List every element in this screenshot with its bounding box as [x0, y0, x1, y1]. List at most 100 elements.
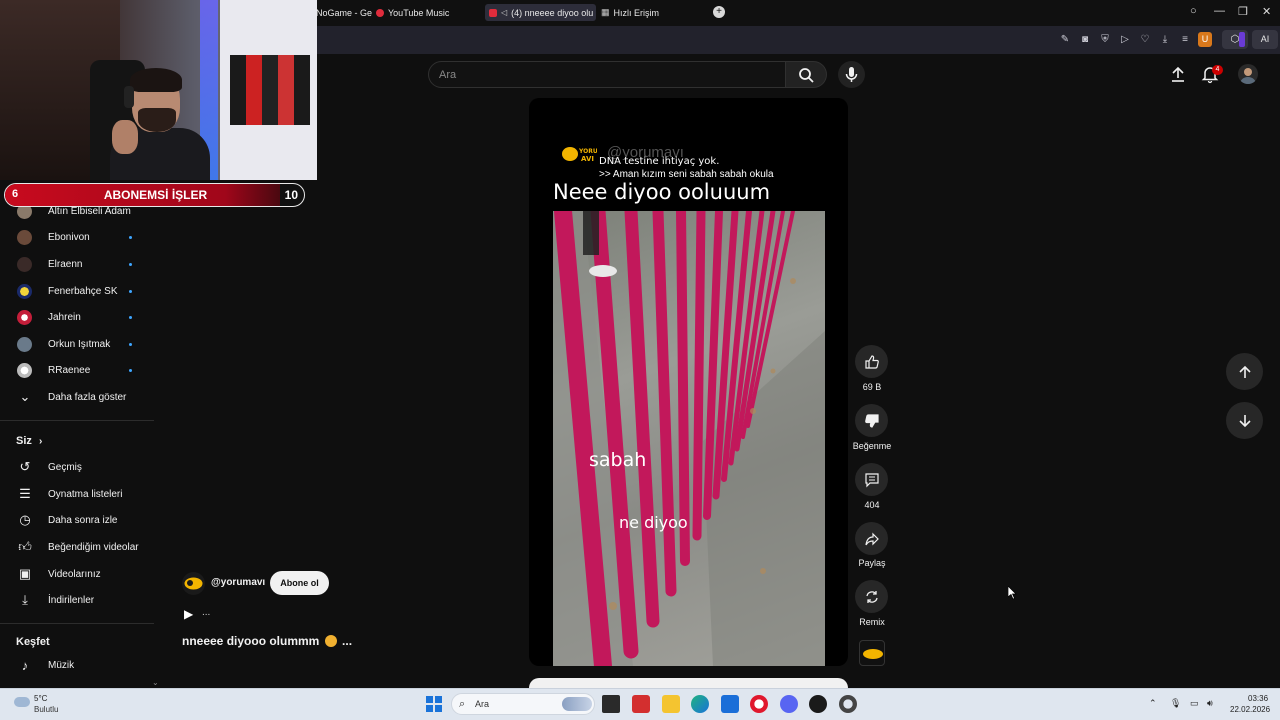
- comments-button[interactable]: [855, 463, 888, 496]
- new-content-dot: [129, 235, 132, 239]
- play-icon[interactable]: ▷: [1119, 34, 1131, 46]
- tab-youtube-music[interactable]: YouTube Music: [372, 4, 482, 21]
- maximize-button[interactable]: ❐: [1238, 5, 1248, 18]
- monitor-icon[interactable]: ▭: [1190, 698, 1199, 709]
- more-dots[interactable]: ...: [202, 607, 210, 618]
- volume-icon[interactable]: 🔊︎: [1207, 698, 1213, 709]
- video-title[interactable]: nneeee diyooo olummm ...: [182, 634, 352, 648]
- weather-description[interactable]: Bulutlu: [34, 705, 58, 714]
- discord-icon[interactable]: [780, 695, 798, 713]
- store-icon[interactable]: [721, 695, 739, 713]
- share-label: Paylaş: [858, 558, 886, 568]
- sidebar-item-playlists[interactable]: ☰ Oynatma listeleri: [0, 481, 154, 507]
- taskbar-time[interactable]: 03:36: [1248, 694, 1268, 703]
- extension-u-button[interactable]: U: [1198, 32, 1212, 47]
- yorumavi-logo-icon: YORUM AVI: [562, 147, 597, 163]
- sidebar-item-rraenee[interactable]: RRaenee: [0, 357, 154, 383]
- streamer: [110, 68, 210, 180]
- sidebar-scroll-down-icon[interactable]: ⌄: [152, 678, 159, 687]
- menu-icon[interactable]: ≡: [1179, 34, 1191, 46]
- sidebar-item-label: Geçmiş: [48, 461, 82, 473]
- you-section-heading[interactable]: Siz ›: [16, 435, 42, 447]
- new-content-dot: [129, 289, 132, 293]
- previous-short-button[interactable]: [1226, 353, 1263, 390]
- next-short-preview[interactable]: [529, 678, 848, 688]
- sidebar-item-ebonivon[interactable]: Ebonivon: [0, 224, 154, 250]
- camera-icon[interactable]: ◙: [1079, 34, 1091, 46]
- shield-icon[interactable]: ⛨: [1099, 34, 1111, 46]
- new-tab-button[interactable]: +: [713, 6, 725, 18]
- settings-icon[interactable]: [839, 695, 857, 713]
- sidebar-item-liked-videos[interactable]: 👍︎ Beğendiğim videolar: [0, 534, 154, 560]
- goal-end-value: 10: [284, 188, 298, 202]
- tab-nogame[interactable]: NoGame - Gele: [312, 4, 372, 21]
- search-button[interactable]: [786, 61, 827, 88]
- sound-source-thumbnail[interactable]: [859, 640, 885, 666]
- new-content-dot: [129, 342, 132, 346]
- microphone-tray-icon[interactable]: 🎙︎: [1170, 698, 1181, 709]
- sidebar-item-label: İndirilenler: [48, 594, 95, 606]
- windows-start-icon[interactable]: [426, 696, 442, 712]
- search-tabs-icon[interactable]: ○: [1190, 5, 1197, 17]
- file-explorer-icon[interactable]: [662, 695, 680, 713]
- sidebar-item-orkun-isitmak[interactable]: Orkun Işıtmak: [0, 331, 154, 357]
- thumbs-up-icon: [864, 354, 879, 369]
- sidebar-item-your-videos[interactable]: ▣ Videolarınız: [0, 561, 154, 587]
- taskbar-search[interactable]: ⌕ Ara: [451, 693, 595, 715]
- search-input[interactable]: [439, 67, 769, 83]
- taskbar-date[interactable]: 22.02.2026: [1230, 705, 1270, 714]
- channel-avatar: [17, 309, 32, 325]
- app-dark-icon[interactable]: [809, 695, 827, 713]
- youtube-music-icon: [376, 8, 384, 17]
- sidebar-item-jahrein[interactable]: Jahrein: [0, 304, 154, 330]
- show-more-label: Daha fazla göster: [48, 391, 127, 403]
- sidebar-item-label: Fenerbahçe SK: [48, 285, 118, 297]
- subscribe-button[interactable]: Abone ol: [270, 571, 329, 595]
- play-icon[interactable]: ▶: [184, 607, 193, 621]
- heart-icon[interactable]: ♡: [1139, 34, 1151, 46]
- like-button[interactable]: [855, 345, 888, 378]
- ai-button[interactable]: AI: [1252, 30, 1278, 49]
- minimize-button[interactable]: —: [1214, 5, 1225, 17]
- sidebar-item-fenerbahce[interactable]: Fenerbahçe SK: [0, 278, 154, 304]
- cloud-icon[interactable]: [14, 697, 30, 707]
- share-button[interactable]: [855, 522, 888, 555]
- opera-icon[interactable]: [750, 695, 768, 713]
- video-frame: sabah ne diyoo: [553, 211, 825, 666]
- tab-speed-dial[interactable]: ▦ Hızlı Erişim: [597, 4, 697, 21]
- video-overlay-title: Neee diyoo ooluuum: [553, 180, 771, 204]
- close-window-button[interactable]: ✕: [1262, 5, 1271, 18]
- tab-label: Hızlı Erişim: [613, 7, 660, 18]
- sidebar-item-music[interactable]: ♪ Müzik: [0, 652, 154, 678]
- thumbs-down-icon: [864, 413, 879, 428]
- sidebar-item-watch-later[interactable]: ◷ Daha sonra izle: [0, 507, 154, 533]
- upload-button[interactable]: [1168, 64, 1188, 84]
- weather-temperature[interactable]: 5°C: [34, 694, 47, 703]
- tab-label: (4) nneeee diyoo olu: [511, 7, 594, 18]
- voice-search-button[interactable]: [838, 61, 865, 88]
- dislike-button[interactable]: [855, 404, 888, 437]
- explore-heading: Keşfet: [16, 636, 50, 648]
- sidebar-item-downloads[interactable]: ⤓ İndirilenler: [0, 587, 154, 613]
- search-icon: [799, 68, 814, 83]
- tab-current-short[interactable]: ◁ (4) nneeee diyoo olu: [485, 4, 596, 21]
- sidebar-item-label: Jahrein: [48, 311, 81, 323]
- sidebar-item-history[interactable]: ↺ Geçmiş: [0, 454, 154, 480]
- account-avatar[interactable]: [1238, 64, 1258, 84]
- channel-avatar[interactable]: [182, 572, 205, 595]
- download-icon[interactable]: ⤓: [1159, 34, 1171, 46]
- show-more-button[interactable]: ⌄ Daha fazla göster: [0, 384, 154, 410]
- edge-icon[interactable]: [691, 695, 709, 713]
- notification-count-badge: 4: [1212, 65, 1223, 75]
- shorts-video-player[interactable]: YORUM AVI @yorumavı DNA testine ihtiyaç …: [529, 98, 848, 666]
- task-view-icon[interactable]: [602, 695, 620, 713]
- edit-icon[interactable]: ✎: [1059, 34, 1071, 46]
- remix-button[interactable]: [855, 580, 888, 613]
- next-short-button[interactable]: [1226, 402, 1263, 439]
- grid-icon: ▦: [601, 7, 610, 17]
- tray-chevron-icon[interactable]: ⌃: [1149, 698, 1157, 709]
- speaker-icon[interactable]: ◁: [501, 8, 507, 17]
- channel-handle[interactable]: @yorumavı: [211, 577, 265, 588]
- sidebar-item-elraenn[interactable]: Elraenn: [0, 251, 154, 277]
- app-red-icon[interactable]: [632, 695, 650, 713]
